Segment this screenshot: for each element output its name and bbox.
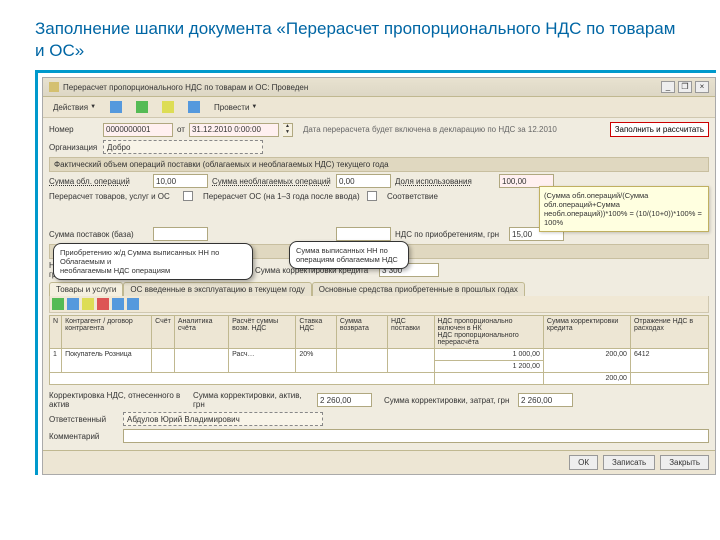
maximize-button[interactable]: ❐ [678, 81, 692, 93]
recalc-goods-check[interactable] [183, 191, 193, 201]
recalc-os-check[interactable] [367, 191, 377, 201]
window-title: Перерасчет пропорционального НДС по това… [63, 83, 661, 92]
tab-os-prev[interactable]: Основные средства приобретенные в прошлы… [312, 282, 525, 296]
comment-input[interactable] [123, 429, 709, 443]
section-volume: Фактический объем операций поставки (обл… [49, 157, 709, 172]
fill-calc-button[interactable]: Заполнить и рассчитать [610, 122, 709, 137]
disk-icon [110, 101, 122, 113]
supply-base-input-2[interactable] [336, 227, 391, 241]
vat-purch-label: НДС по приобретениям, грн [395, 230, 505, 239]
nontax-sum-input[interactable]: 0,00 [336, 174, 391, 188]
share-tooltip: (Сумма обл.операций/(Сумма обл.операций+… [539, 186, 709, 232]
tabs: Товары и услуги ОС введенные в эксплуата… [49, 282, 709, 296]
minimize-button[interactable]: _ [661, 81, 675, 93]
adj-cost-sum-input[interactable]: 2 260,00 [518, 393, 573, 407]
adj-asset-label: Корректировка НДС, отнесенного в актив [49, 391, 189, 409]
org-input[interactable]: Добро [103, 140, 263, 154]
adj-asset-sum-input[interactable]: 2 260,00 [317, 393, 372, 407]
col-vat-expense[interactable]: Отражение НДС в расходах [630, 316, 708, 349]
app-window: Перерасчет пропорционального НДС по това… [42, 77, 716, 475]
date-spinner[interactable]: ▲▼ [283, 123, 293, 137]
gear-icon [162, 101, 174, 113]
toolbar-icon-1[interactable] [106, 100, 126, 114]
callout-purchase: Приобретению ж/д Сумма выписанных НН по … [53, 243, 253, 280]
actions-menu[interactable]: Действия▼ [49, 100, 100, 114]
date-note: Дата перерасчета будет включена в деклар… [303, 125, 606, 134]
comment-label: Комментарий [49, 432, 119, 441]
callout-nn-sum: Сумма выписанных НН пооперациям облагаем… [289, 241, 409, 269]
col-vat-prop[interactable]: НДС пропорционально включен в НК НДС про… [434, 316, 543, 349]
footer-close-button[interactable]: Закрыть [660, 455, 709, 470]
col-vat-rate[interactable]: Ставка НДС [296, 316, 337, 349]
toolbar-icon-3[interactable] [158, 100, 178, 114]
number-label: Номер [49, 125, 99, 134]
tab-goods[interactable]: Товары и услуги [49, 282, 123, 296]
delete-row-icon[interactable] [97, 298, 109, 310]
col-refund-calc[interactable]: Расчёт суммы возм. НДС [229, 316, 296, 349]
app-icon [49, 82, 59, 92]
move-up-icon[interactable] [112, 298, 124, 310]
date-input[interactable]: 31.12.2010 0:00:00 [189, 123, 279, 137]
footer: ОК Записать Закрыть [43, 450, 715, 474]
number-input[interactable]: 0000000001 [103, 123, 173, 137]
check-icon [136, 101, 148, 113]
responsible-input[interactable]: Абдулов Юрий Владимирович [123, 412, 323, 426]
copy-row-icon[interactable] [67, 298, 79, 310]
add-row-icon[interactable] [52, 298, 64, 310]
save-button[interactable]: Записать [603, 455, 655, 470]
adj-cost-sum-label: Сумма корректировки, затрат, грн [384, 396, 514, 405]
col-n[interactable]: N [50, 316, 62, 349]
ok-button[interactable]: ОК [569, 455, 598, 470]
report-icon [188, 101, 200, 113]
col-refund-sum[interactable]: Сумма возврата [336, 316, 387, 349]
titlebar: Перерасчет пропорционального НДС по това… [43, 78, 715, 97]
share-label: Доля использования [395, 177, 495, 186]
col-vat-supply[interactable]: НДС поставки [387, 316, 434, 349]
supply-base-input-1[interactable] [153, 227, 208, 241]
responsible-label: Ответственный [49, 415, 119, 424]
correspond-label: Соответствие [387, 192, 438, 201]
supply-base-label: Сумма поставок (база) [49, 230, 149, 239]
col-account[interactable]: Счёт [152, 316, 175, 349]
toolbar-icon-2[interactable] [132, 100, 152, 114]
move-down-icon[interactable] [127, 298, 139, 310]
recalc-goods-label: Перерасчет товаров, услуг и ОС [49, 192, 179, 201]
taxable-sum-label: Сумма обл. операций [49, 177, 149, 186]
adj-asset-sum-label: Сумма корректировки, актив, грн [193, 391, 313, 409]
page-title: Заполнение шапки документа «Перерасчет п… [0, 0, 720, 70]
recalc-os-label: Перерасчет ОС (на 1–3 года после ввода) [203, 192, 363, 201]
col-credit-adj[interactable]: Сумма корректировки кредита [543, 316, 630, 349]
toolbar: Действия▼ Провести▼ [43, 97, 715, 118]
data-table: N Контрагент / договор контрагента Счёт … [49, 315, 709, 385]
post-menu[interactable]: Провести▼ [210, 100, 261, 114]
grid-toolbar [49, 296, 709, 313]
close-button[interactable]: × [695, 81, 709, 93]
col-contractor[interactable]: Контрагент / договор контрагента [62, 316, 152, 349]
date-label: от [177, 125, 185, 134]
edit-row-icon[interactable] [82, 298, 94, 310]
tab-os-current[interactable]: ОС введенные в эксплуатацию в текущем го… [123, 282, 311, 296]
org-label: Организация [49, 143, 99, 152]
nontax-sum-label: Сумма необлагаемых операций [212, 177, 332, 186]
table-total-row: 200,00 [50, 373, 709, 385]
toolbar-icon-4[interactable] [184, 100, 204, 114]
col-analytics[interactable]: Аналитика счёта [174, 316, 228, 349]
table-row[interactable]: 1 Покупатель Розница Расч… 20% 1 000,00 … [50, 349, 709, 361]
taxable-sum-input[interactable]: 10,00 [153, 174, 208, 188]
